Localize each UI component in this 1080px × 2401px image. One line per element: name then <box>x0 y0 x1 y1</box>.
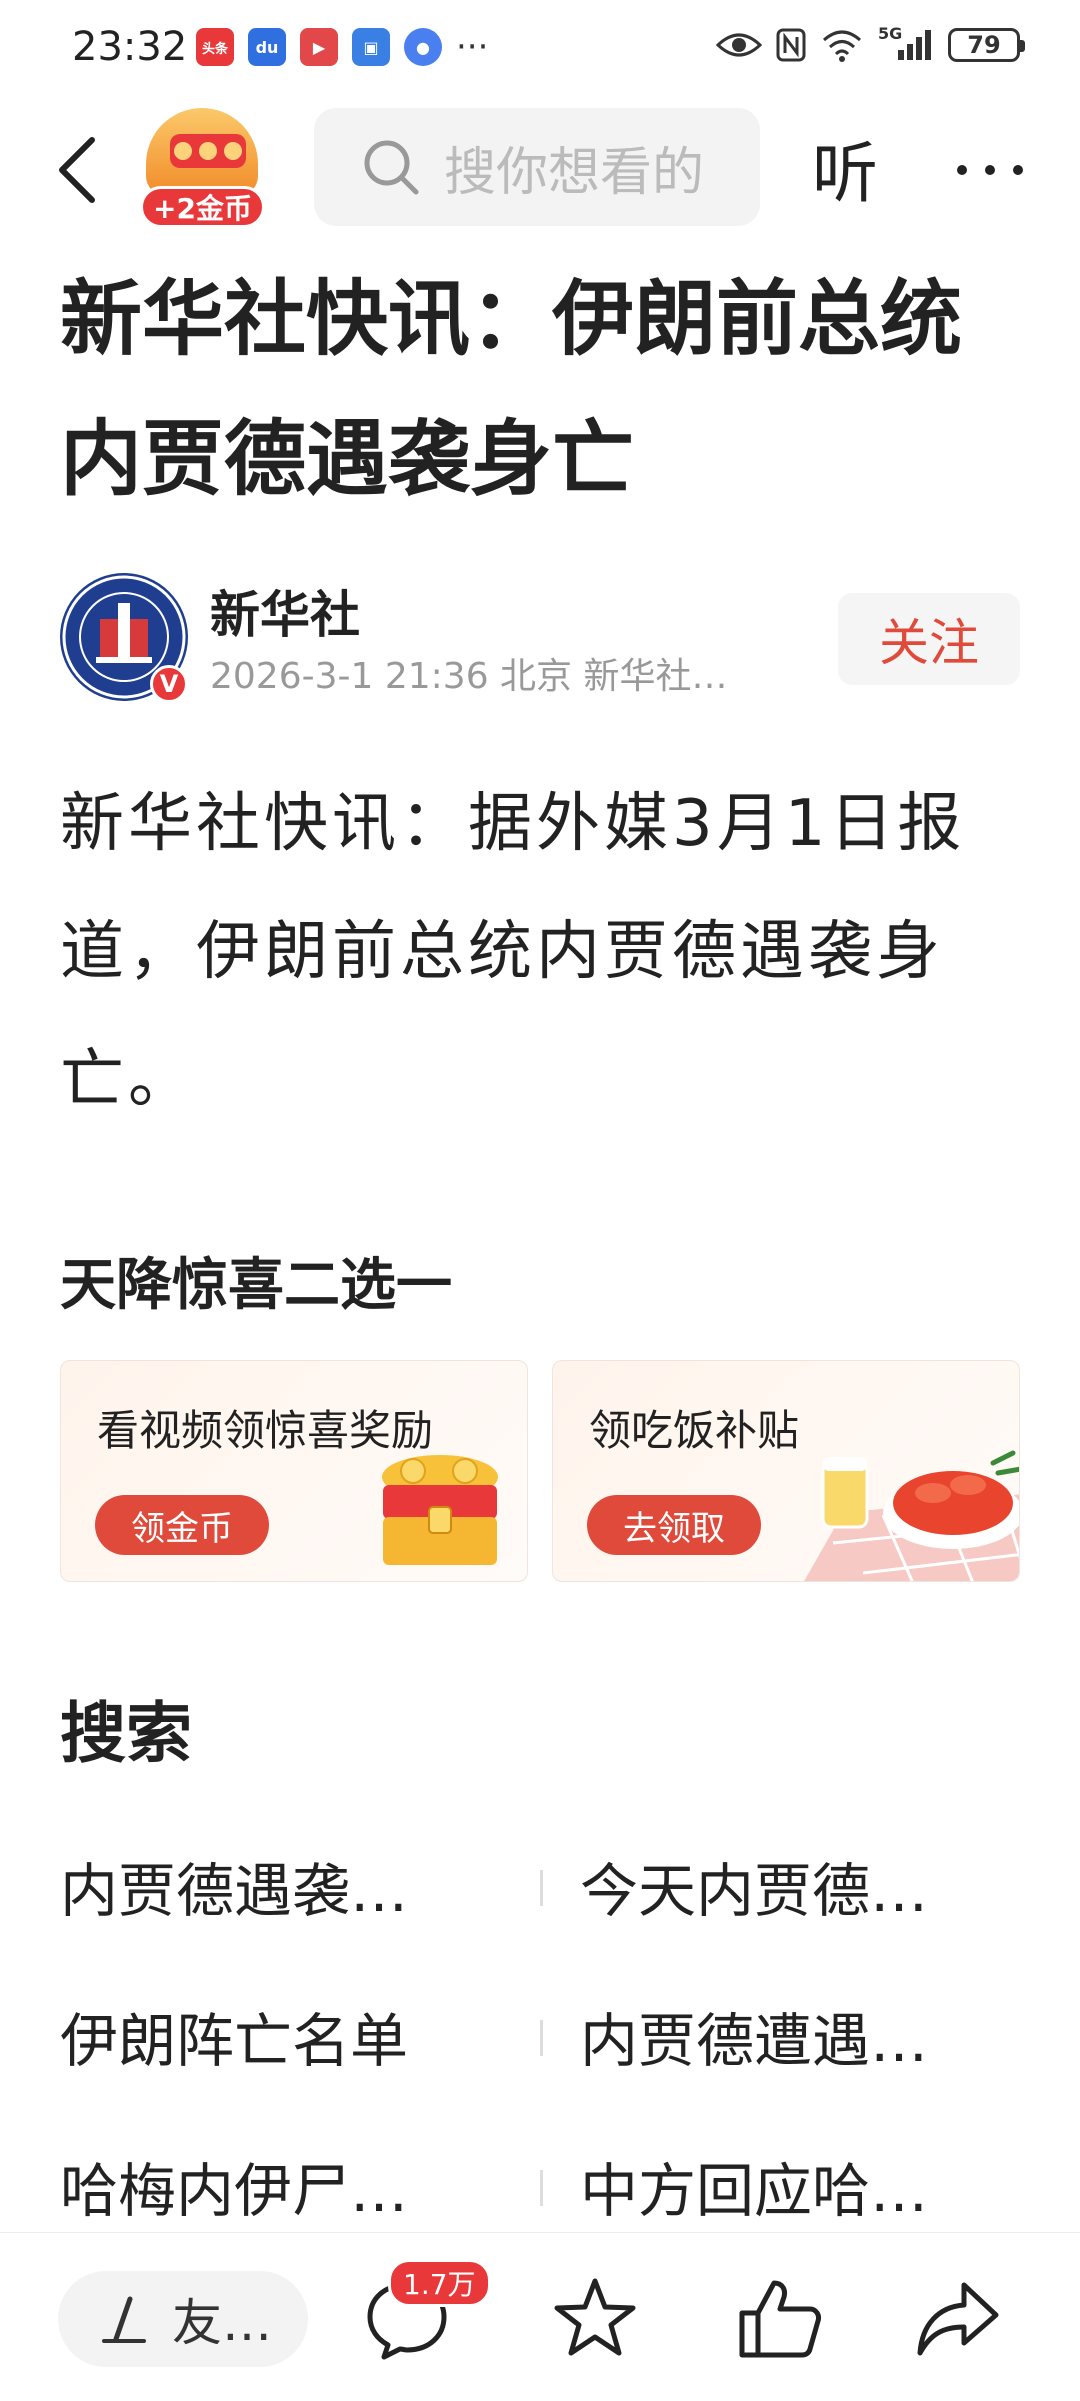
listen-button[interactable]: 听 <box>812 120 878 216</box>
author-row: V 新华社 2026-3-1 21:36 北京 新华社… 关注 <box>60 565 1020 705</box>
article-title: 新华社快讯：伊朗前总统内贾德遇袭身亡 <box>60 272 963 507</box>
share-icon[interactable] <box>912 2273 1002 2363</box>
food-plate-icon <box>804 1450 1019 1581</box>
comment-input[interactable]: 友… <box>58 2271 308 2367</box>
search-suggestion-row: 哈梅内伊尸… 中方回应哈… <box>0 2134 1080 2244</box>
coin-reward-label: +2金币 <box>140 186 265 228</box>
battery-level: 79 <box>967 31 1001 59</box>
app-icon: ● <box>404 28 442 66</box>
search-placeholder: 搜你想看的 <box>444 142 704 203</box>
claim-subsidy-button[interactable]: 去领取 <box>587 1495 761 1555</box>
search-suggestion-row: 伊朗阵亡名单 内贾德遭遇… <box>0 1984 1080 2094</box>
nfc-icon <box>776 28 806 62</box>
top-nav: +2金币 搜你想看的 听 <box>0 100 1080 240</box>
back-arrow-icon[interactable] <box>48 130 108 210</box>
search-suggestion[interactable]: 内贾德遇袭… <box>60 1844 408 1928</box>
status-bar: 23:32 头条 du ▶ ▣ ● ··· 5G 79 <box>0 0 1080 100</box>
toutiao-icon: 头条 <box>196 28 234 66</box>
promo-card-meal[interactable]: 领吃饭补贴 去领取 <box>552 1360 1020 1582</box>
treasure-chest-icon <box>382 1455 498 1565</box>
verified-badge: V <box>150 665 188 703</box>
promo-title: 天降惊喜二选一 <box>60 1253 452 1318</box>
bottom-action-bar: 友… 1.7万 <box>0 2232 1080 2401</box>
promo-card-title: 领吃饭补贴 <box>589 1406 800 1455</box>
battery-icon: 79 <box>948 28 1025 62</box>
search-suggestion[interactable]: 中方回应哈… <box>580 2144 928 2228</box>
phone-icon: ▣ <box>352 28 390 66</box>
thumbs-up-icon[interactable] <box>734 2273 824 2363</box>
search-suggestion[interactable]: 伊朗阵亡名单 <box>60 1994 408 2078</box>
search-section-heading: 搜索 <box>60 1695 192 1772</box>
notification-icons: 头条 du ▶ ▣ ● ··· <box>196 28 488 66</box>
promo-card-video[interactable]: 看视频领惊喜奖励 领金币 <box>60 1360 528 1582</box>
eye-icon <box>716 33 762 57</box>
coin-reward-badge[interactable]: +2金币 <box>140 108 265 228</box>
author-name[interactable]: 新华社 <box>210 575 360 647</box>
search-icon <box>364 140 419 195</box>
article-body: 新华社快讯：据外媒3月1日报道，伊朗前总统内贾德遇袭身亡。 <box>60 787 966 1117</box>
baidu-icon: du <box>248 28 286 66</box>
more-notifications-icon: ··· <box>456 27 489 67</box>
system-icons: 5G 79 <box>716 24 1025 62</box>
divider <box>540 2170 543 2206</box>
follow-button[interactable]: 关注 <box>838 593 1020 685</box>
search-suggestion[interactable]: 今天内贾德… <box>580 1844 928 1928</box>
video-icon: ▶ <box>300 28 338 66</box>
search-suggestion[interactable]: 哈梅内伊尸… <box>60 2144 408 2228</box>
author-meta: 2026-3-1 21:36 北京 新华社… <box>210 656 728 697</box>
pen-icon <box>102 2296 146 2343</box>
comment-placeholder: 友… <box>172 2294 272 2352</box>
divider <box>540 2020 543 2056</box>
divider <box>540 1870 543 1906</box>
more-options-icon[interactable] <box>950 130 1030 210</box>
cellular-signal-icon: 5G <box>878 24 934 62</box>
search-suggestion-row: 内贾德遇袭… 今天内贾德… <box>0 1834 1080 1944</box>
star-icon[interactable] <box>550 2273 640 2363</box>
comment-count-badge: 1.7万 <box>388 2259 491 2307</box>
search-suggestion[interactable]: 内贾德遭遇… <box>580 1994 928 2078</box>
search-input[interactable]: 搜你想看的 <box>314 108 760 226</box>
status-time: 23:32 <box>72 24 188 70</box>
wifi-icon <box>823 30 861 62</box>
treasure-chest-icon <box>146 108 258 196</box>
claim-coins-button[interactable]: 领金币 <box>95 1495 269 1555</box>
